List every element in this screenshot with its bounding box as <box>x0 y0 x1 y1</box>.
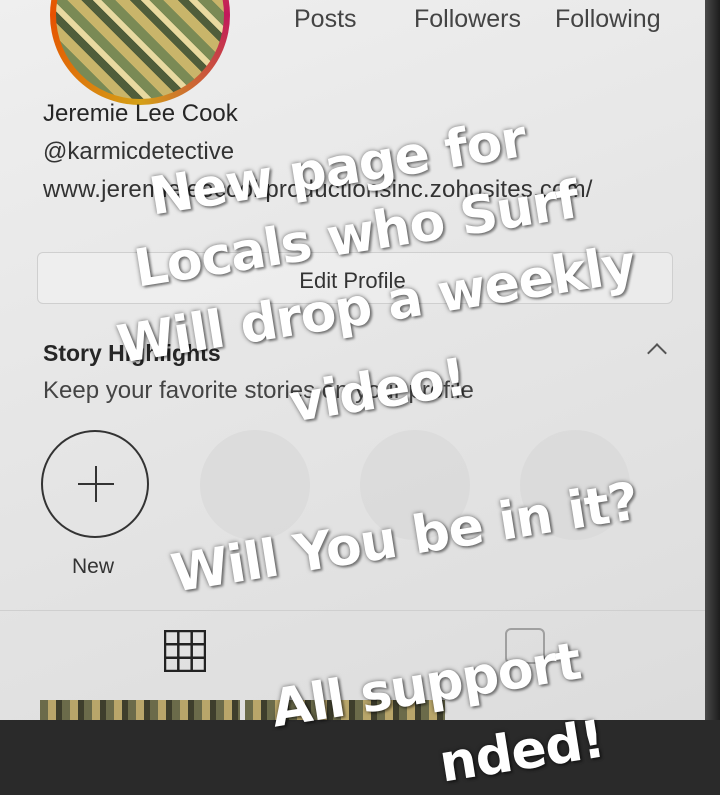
highlight-placeholder <box>360 430 470 540</box>
overlay-line-partial: nded! <box>435 709 609 795</box>
plus-icon-vertical <box>95 466 97 502</box>
new-highlight-label: New <box>72 555 115 578</box>
profile-website-link[interactable]: www.jeremieleecookproductionsinc.zohosit… <box>43 176 593 204</box>
grid-icon[interactable] <box>164 630 206 672</box>
highlight-placeholder <box>520 430 630 540</box>
following-label[interactable]: Following <box>555 5 661 34</box>
tagged-icon[interactable] <box>505 628 545 664</box>
story-highlights-title: Story Highlights <box>43 340 221 366</box>
avatar-image <box>56 0 224 99</box>
edit-profile-label: Edit Profile <box>299 268 406 293</box>
profile-avatar[interactable] <box>50 0 230 105</box>
tab-divider <box>0 610 705 611</box>
chevron-up-icon[interactable] <box>647 343 667 363</box>
followers-label[interactable]: Followers <box>414 5 521 34</box>
phone-screen: Posts Followers Following Jeremie Lee Co… <box>0 0 705 720</box>
profile-handle: @karmicdetective <box>43 138 235 165</box>
posts-label[interactable]: Posts <box>294 5 357 34</box>
phone-bezel <box>705 0 720 720</box>
story-highlights-subtitle: Keep your favorite stories on your profi… <box>43 377 474 404</box>
highlight-placeholder <box>200 430 310 540</box>
post-thumbnail[interactable] <box>40 700 240 720</box>
profile-name: Jeremie Lee Cook <box>43 100 238 127</box>
post-thumbnail[interactable] <box>245 700 445 720</box>
